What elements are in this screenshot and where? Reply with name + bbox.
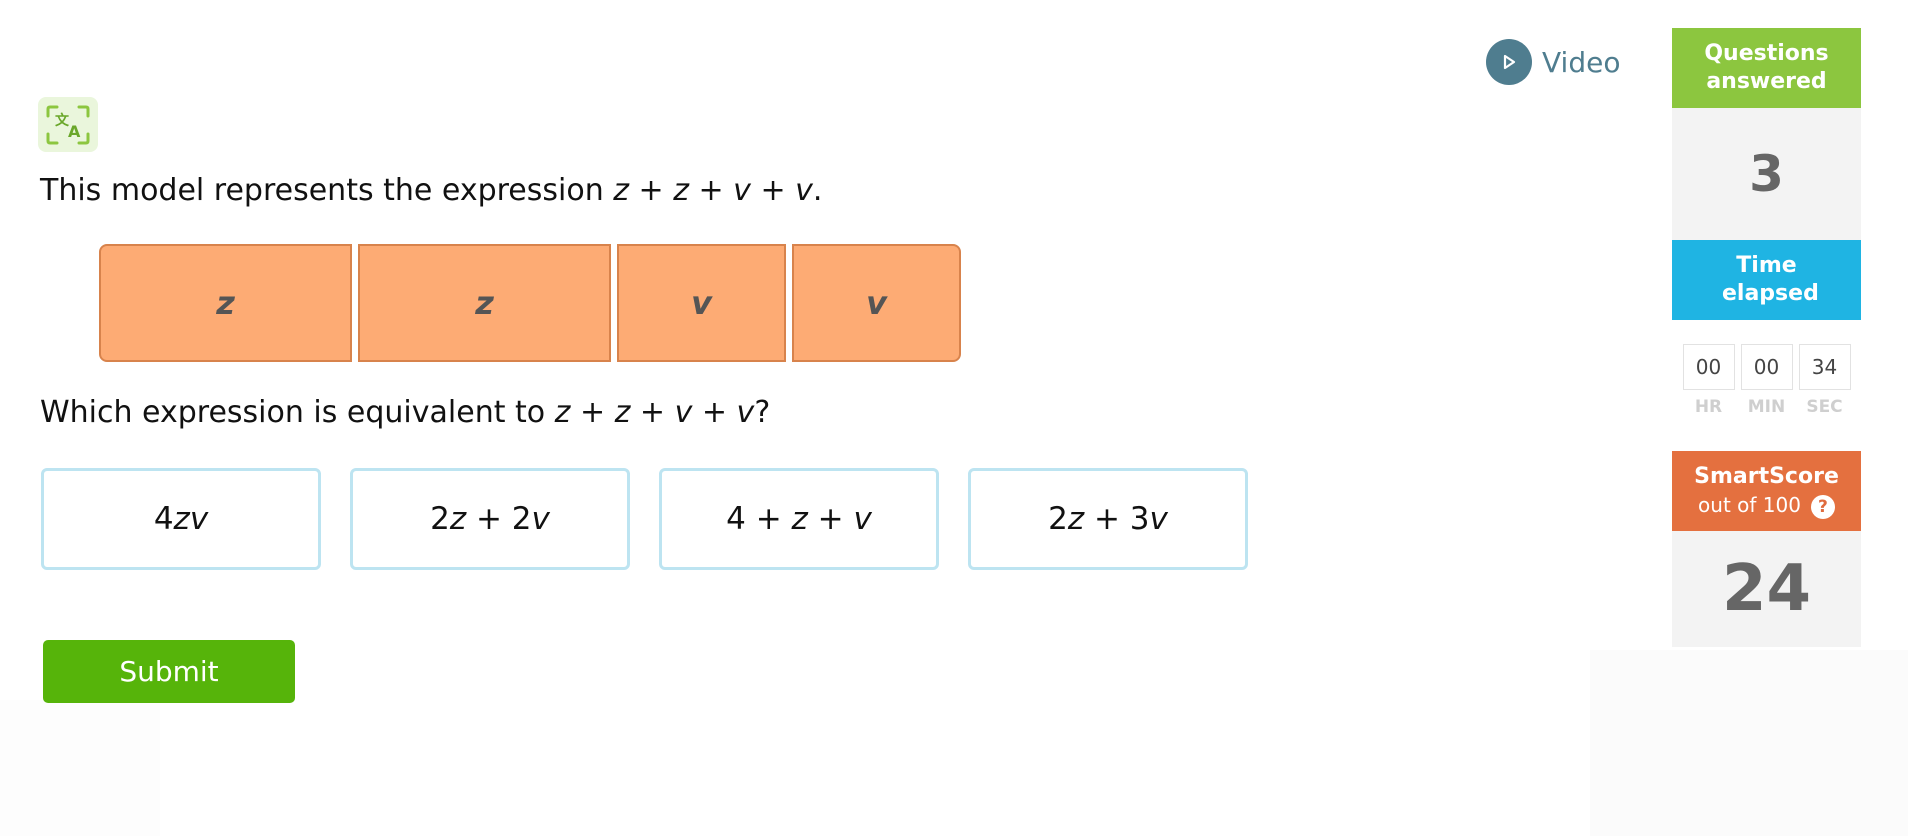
ask-question-mark: ?	[754, 395, 771, 430]
smartscore-panel: 24	[1672, 531, 1861, 647]
smartscore-header: SmartScore out of 100?	[1672, 451, 1861, 531]
time-elapsed-header: Time elapsed	[1672, 240, 1861, 320]
choice-var: z	[1067, 501, 1085, 537]
translate-button[interactable]: 文 A	[38, 97, 98, 152]
play-icon	[1486, 39, 1532, 85]
choice-text: + 2	[466, 501, 532, 537]
timer-hours: 00	[1682, 344, 1735, 390]
timer-hours-label: HR	[1694, 397, 1723, 417]
questions-answered-header: Questions answered	[1672, 28, 1861, 108]
choice-var: v	[531, 501, 550, 537]
ask-expression: z + z + v + v	[554, 395, 755, 430]
choice-var: z	[791, 501, 808, 537]
choice-text: 4	[153, 501, 174, 537]
questions-answered-panel: 3	[1672, 108, 1861, 240]
choice-text: + 3	[1084, 501, 1150, 537]
svg-text:A: A	[68, 122, 81, 141]
choice-var: z	[449, 501, 467, 537]
questions-answered-label: Questions answered	[1704, 41, 1829, 94]
video-label: Video	[1542, 45, 1621, 79]
answer-choice-2z-plus-2v[interactable]: 2z + 2v	[350, 468, 630, 570]
question-prompt: Which expression is equivalent to z + z …	[40, 395, 770, 430]
answer-choice-4-plus-z-plus-v[interactable]: 4 + z + v	[659, 468, 939, 570]
question-intro: This model represents the expression z +…	[40, 173, 822, 208]
background-shape	[0, 700, 160, 836]
answer-choice-2z-plus-3v[interactable]: 2z + 3v	[968, 468, 1248, 570]
choice-var: v	[853, 501, 872, 537]
choice-text: 4 +	[726, 501, 792, 537]
ask-text: Which expression is equivalent to	[40, 395, 555, 430]
smartscore-label: SmartScore	[1694, 464, 1839, 489]
model-block-v: v	[617, 244, 786, 362]
background-shape	[1590, 650, 1908, 836]
intro-expression: z + z + v + v	[613, 173, 813, 208]
choice-var: v	[1149, 501, 1168, 537]
progress-sidebar: Questions answered 3 Time elapsed 00 HR …	[1672, 28, 1861, 647]
timer-minutes: 00	[1740, 344, 1793, 390]
help-icon[interactable]: ?	[1810, 494, 1835, 519]
answer-choices: 4 zv 2z + 2v 4 + z + v 2z + 3v	[41, 468, 1248, 570]
video-button[interactable]: Video	[1486, 39, 1620, 85]
intro-text: This model represents the expression	[40, 173, 614, 208]
choice-text: +	[807, 501, 854, 537]
time-elapsed-label: Time elapsed	[1722, 253, 1819, 306]
smartscore-subtitle: out of 100	[1698, 493, 1801, 517]
model-block-v: v	[792, 244, 961, 362]
choice-text: 2	[430, 501, 450, 537]
questions-answered-value: 3	[1749, 145, 1784, 203]
choice-text: 2	[1048, 501, 1068, 537]
expression-model: z z v v	[99, 244, 961, 362]
model-block-z: z	[358, 244, 611, 362]
submit-button[interactable]: Submit	[43, 640, 295, 703]
timer-panel: 00 HR 00 MIN 34 SEC	[1672, 320, 1861, 451]
smartscore-value: 24	[1721, 552, 1812, 626]
smartscore-subtitle-row: out of 100?	[1672, 491, 1861, 519]
intro-period: .	[812, 173, 823, 208]
choice-var: zv	[173, 501, 209, 537]
translate-icon: 文 A	[46, 105, 90, 144]
timer-seconds: 34	[1798, 344, 1851, 390]
answer-choice-4zv[interactable]: 4 zv	[41, 468, 321, 570]
model-block-z: z	[99, 244, 352, 362]
timer-seconds-label: SEC	[1806, 397, 1843, 417]
timer-minutes-label: MIN	[1747, 397, 1786, 417]
